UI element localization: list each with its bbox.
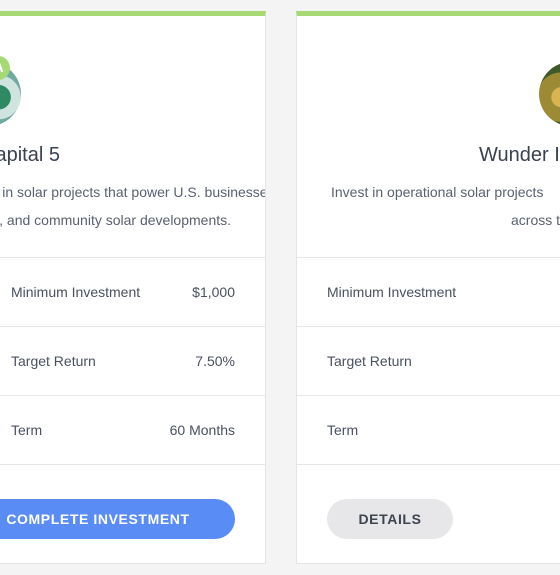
- card-description: Invest in operational solar projects acr…: [331, 178, 560, 234]
- detail-label: Minimum Investment: [327, 284, 457, 300]
- card-title: Wunder I: [479, 144, 560, 166]
- project-avatar: [539, 62, 560, 126]
- card-title: Capital 5: [0, 144, 60, 166]
- complete-investment-button[interactable]: COMPLETE INVESTMENT: [0, 499, 235, 539]
- detail-value: 60 Months: [169, 422, 235, 438]
- detail-label: Minimum Investment: [11, 284, 141, 300]
- detail-row-term: Term 60 Months: [0, 395, 265, 465]
- detail-value: $1,000: [192, 284, 235, 300]
- detail-row-term: Term: [297, 395, 560, 465]
- description-line: Invest in solar projects that power U.S.…: [0, 184, 265, 200]
- detail-row-target-return: Target Return 7.50%: [0, 326, 265, 396]
- detail-label: Target Return: [11, 353, 96, 369]
- detail-label: Target Return: [327, 353, 412, 369]
- detail-row-target-return: Target Return: [297, 326, 560, 396]
- detail-row-minimum-investment: Minimum Investment: [297, 257, 560, 327]
- details-button[interactable]: DETAILS: [327, 499, 453, 539]
- description-line: Invest in operational solar projects: [331, 184, 544, 200]
- detail-label: Term: [11, 422, 43, 438]
- investment-card-capital: A Capital 5 Invest in solar projects tha…: [0, 11, 266, 564]
- description-line: profits, and community solar development…: [0, 212, 232, 228]
- detail-label: Term: [327, 422, 359, 438]
- detail-value: 7.50%: [195, 353, 235, 369]
- investment-card-wunder: Wunder I Invest in operational solar pro…: [296, 11, 560, 564]
- detail-row-minimum-investment: Minimum Investment $1,000: [0, 257, 265, 327]
- card-description: Invest in solar projects that power U.S.…: [0, 178, 265, 234]
- description-line: across t: [511, 212, 560, 228]
